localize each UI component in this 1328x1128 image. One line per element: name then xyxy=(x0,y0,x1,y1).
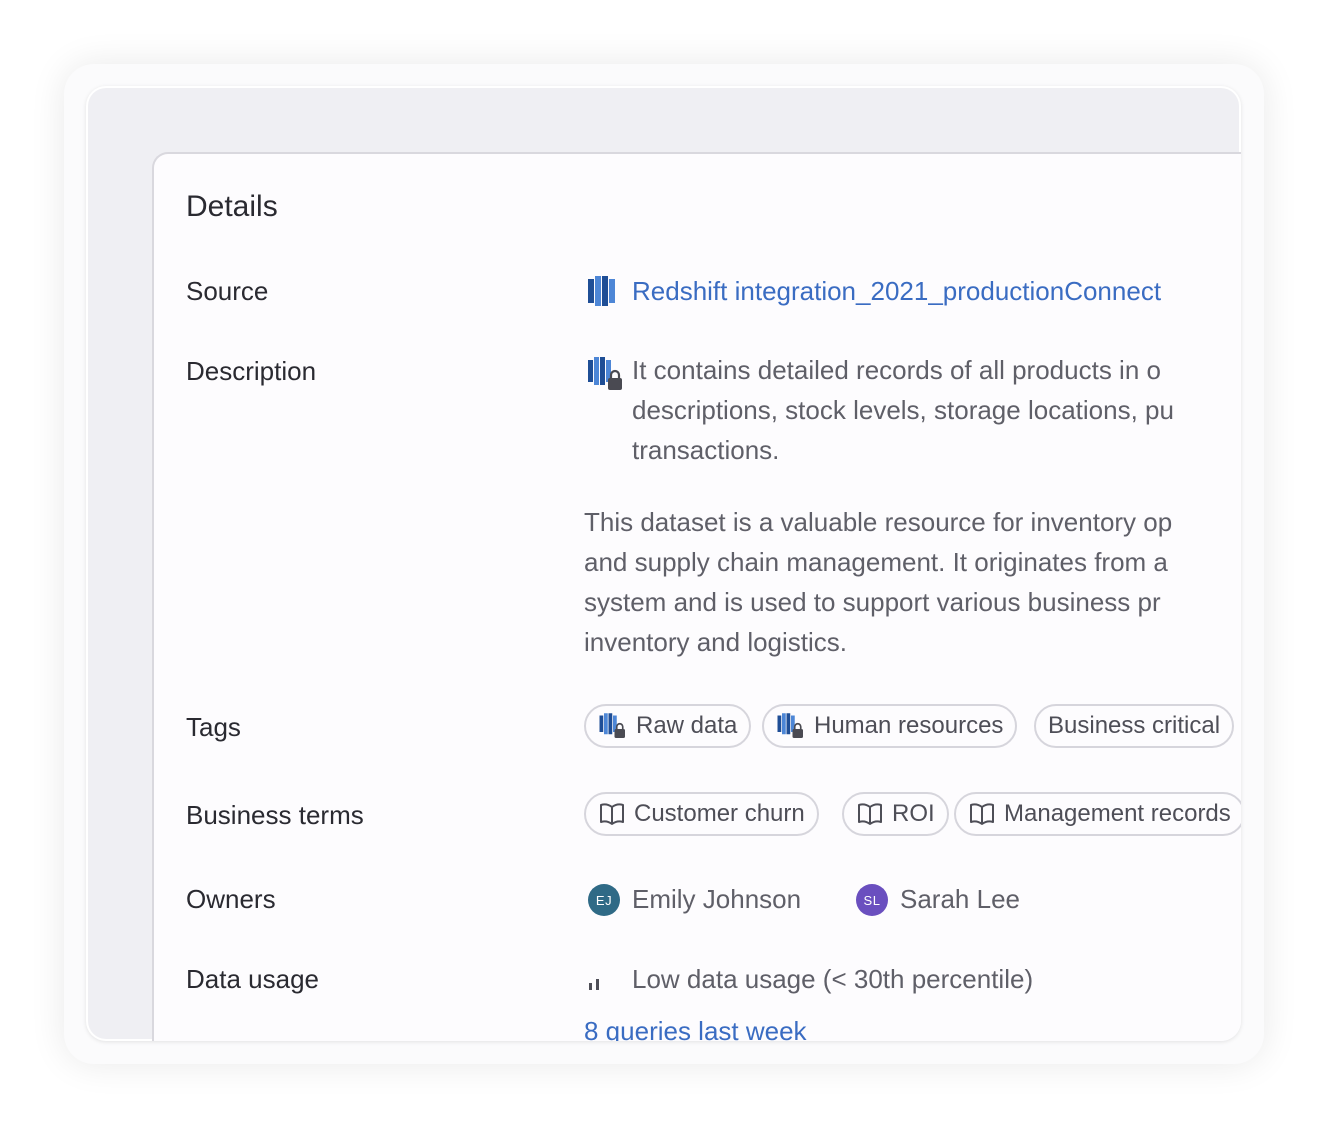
description-line: inventory and logistics. xyxy=(584,627,848,657)
tag-chip-human-resources[interactable]: Human resources xyxy=(762,704,1018,748)
data-usage-label: Data usage xyxy=(186,964,319,994)
term-label: Management records xyxy=(1004,800,1231,827)
tag-chip-business-critical[interactable]: Business critical xyxy=(1034,704,1235,748)
description-line: It contains detailed records of all prod… xyxy=(632,355,1161,385)
details-title: Details xyxy=(186,190,278,223)
tag-label: Human resources xyxy=(814,712,1004,739)
description-line: system and is used to support various bu… xyxy=(584,587,1161,617)
term-chip-customer-churn[interactable]: Customer churn xyxy=(584,792,819,836)
term-chip-roi[interactable]: ROI xyxy=(842,792,949,836)
term-chip-management-records[interactable]: Management records xyxy=(954,792,1241,836)
avatar[interactable]: EJ xyxy=(588,884,620,916)
queries-link[interactable]: 8 queries last week xyxy=(584,1016,807,1041)
book-icon xyxy=(858,803,882,825)
source-link[interactable]: Redshift integration_2021_productionConn… xyxy=(632,276,1161,307)
description-paragraph: This dataset is a valuable resource for … xyxy=(584,502,1172,662)
description-line: transactions. xyxy=(632,435,780,465)
owner-name-emily[interactable]: Emily Johnson xyxy=(632,884,801,915)
app-window: Details Source Redshift integration_2021… xyxy=(86,86,1241,1041)
description-label: Description xyxy=(186,356,317,386)
owners-label: Owners xyxy=(186,884,276,914)
source-label: Source xyxy=(186,276,269,306)
tag-label: Business critical xyxy=(1048,712,1221,739)
description-line: This dataset is a valuable resource for … xyxy=(584,507,1173,537)
owner-name-sarah[interactable]: Sarah Lee xyxy=(900,884,1020,915)
redshift-locked-icon xyxy=(586,354,626,394)
description-line: and supply chain management. It originat… xyxy=(584,547,1168,577)
details-panel: Details Source Redshift integration_2021… xyxy=(152,152,1241,1041)
redshift-locked-icon xyxy=(599,713,625,738)
data-usage-summary: Low data usage (< 30th percentile) xyxy=(632,964,1034,994)
description-line: descriptions, stock levels, storage loca… xyxy=(632,395,1174,425)
book-icon xyxy=(970,803,994,825)
book-icon xyxy=(600,803,624,825)
term-label: Customer churn xyxy=(634,800,805,827)
bar-chart-low-icon xyxy=(586,966,610,996)
redshift-locked-icon xyxy=(777,713,803,738)
description-text: It contains detailed records of all prod… xyxy=(632,350,1174,470)
business-terms-label: Business terms xyxy=(186,800,364,830)
tag-label: Raw data xyxy=(636,712,738,739)
avatar[interactable]: SL xyxy=(856,884,888,916)
redshift-icon xyxy=(586,274,620,308)
term-label: ROI xyxy=(892,800,935,827)
tags-label: Tags xyxy=(186,712,241,742)
tag-chip-raw-data[interactable]: Raw data xyxy=(584,704,752,748)
